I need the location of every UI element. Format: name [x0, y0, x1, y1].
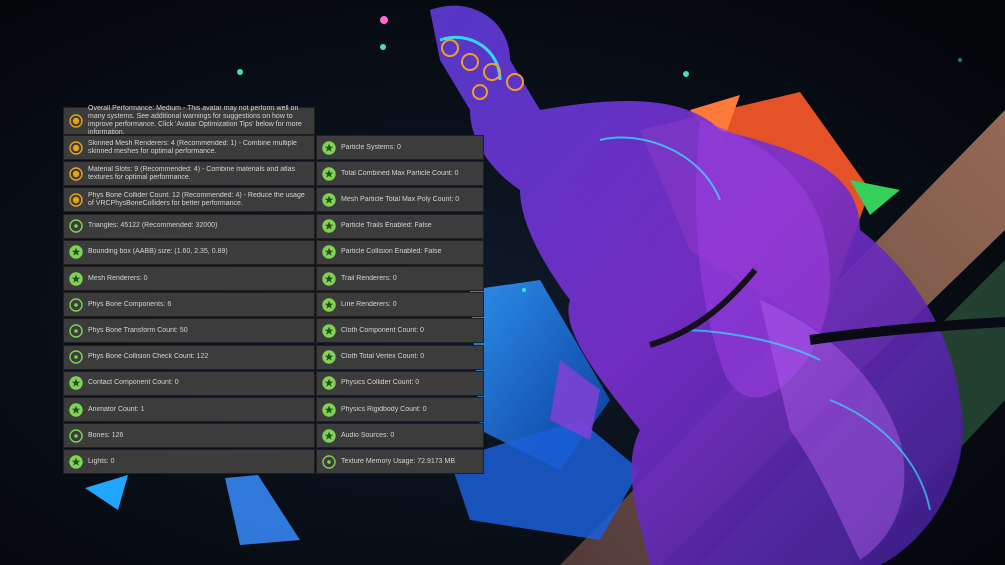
stat-text: Lights: 0 [88, 457, 115, 465]
stat-row: Triangles: 45122 (Recommended: 32000) [63, 213, 315, 239]
excellent-rating-icon [322, 166, 336, 181]
stat-row: Material Slots: 9 (Recommended: 4) - Com… [63, 161, 315, 187]
stat-row: Phys Bone Collision Check Count: 122 [63, 344, 315, 370]
stat-text: Trail Renderers: 0 [341, 274, 397, 282]
medium-rating-icon [69, 114, 83, 128]
good-rating-icon [69, 350, 83, 364]
stat-row: Physics Collider Count: 0 [316, 370, 484, 396]
stat-text: Line Renderers: 0 [341, 300, 397, 308]
stat-text: Triangles: 45122 (Recommended: 32000) [88, 222, 218, 230]
good-rating-icon [69, 324, 83, 338]
performance-stats-panel: Overall Performance: Medium - This avata… [63, 105, 484, 475]
stat-row: Cloth Total Vertex Count: 0 [316, 344, 484, 370]
excellent-rating-icon [69, 271, 83, 286]
stat-text: Overall Performance: Medium - This avata… [88, 105, 302, 136]
stat-row: Phys Bone Transform Count: 50 [63, 318, 315, 344]
stat-row: Audio Sources: 0 [316, 423, 484, 449]
stat-row: Contact Component Count: 0 [63, 370, 315, 396]
stat-row: Skinned Mesh Renderers: 4 (Recommended: … [63, 135, 315, 160]
stat-text: Physics Collider Count: 0 [341, 379, 420, 387]
stat-text: Cloth Component Count: 0 [341, 326, 424, 334]
stat-text: Animator Count: 1 [88, 405, 145, 413]
stat-text: Audio Sources: 0 [341, 431, 395, 439]
excellent-rating-icon [322, 245, 336, 259]
stat-row: Particle Trails Enabled: False [316, 213, 484, 239]
stat-row: Lights: 0 [63, 449, 315, 475]
stat-row: Texture Memory Usage: 72.9173 MB [316, 449, 484, 475]
stat-row: Trail Renderers: 0 [316, 266, 484, 291]
stat-text: Texture Memory Usage: 72.9173 MB [341, 457, 455, 465]
stat-row: Phys Bone Components: 6 [63, 292, 315, 318]
excellent-rating-icon [69, 245, 83, 259]
stat-text: Bones: 126 [88, 431, 124, 439]
stat-text: Material Slots: 9 (Recommended: 4) - Com… [88, 165, 295, 181]
stat-text: Total Combined Max Particle Count: 0 [341, 169, 459, 177]
medium-rating-icon [69, 193, 83, 207]
stat-text: Mesh Renderers: 0 [88, 274, 148, 282]
excellent-rating-icon [322, 140, 336, 155]
excellent-rating-icon [69, 376, 83, 390]
excellent-rating-icon [322, 297, 336, 312]
excellent-rating-icon [322, 219, 336, 233]
stat-text: Mesh Particle Total Max Poly Count: 0 [341, 195, 460, 203]
stat-text: Skinned Mesh Renderers: 4 (Recommended: … [88, 139, 297, 155]
stat-row: Particle Collision Enabled: False [316, 239, 484, 265]
stat-row: Bounding box (AABB) size: (1.60, 2.35, 0… [63, 239, 315, 265]
stat-text: Phys Bone Collision Check Count: 122 [88, 353, 209, 361]
excellent-rating-icon [322, 271, 336, 286]
excellent-rating-icon [69, 455, 83, 469]
excellent-rating-icon [322, 402, 336, 417]
excellent-rating-icon [322, 350, 336, 364]
medium-rating-icon [69, 166, 83, 181]
stat-row: Physics Rigidbody Count: 0 [316, 397, 484, 422]
stat-text: Physics Rigidbody Count: 0 [341, 405, 427, 413]
medium-rating-icon [69, 140, 83, 155]
stat-row: Phys Bone Collider Count: 12 (Recommende… [63, 187, 315, 213]
excellent-rating-icon [322, 324, 336, 338]
stat-row: Total Combined Max Particle Count: 0 [316, 161, 484, 187]
stat-text: Particle Trails Enabled: False [341, 222, 432, 230]
excellent-rating-icon [322, 428, 336, 443]
stat-text: Phys Bone Components: 6 [88, 300, 172, 308]
stat-text: Particle Systems: 0 [341, 143, 401, 151]
stat-text: Contact Component Count: 0 [88, 379, 179, 387]
stat-row: Mesh Renderers: 0 [63, 266, 315, 291]
excellent-rating-icon [322, 376, 336, 390]
excellent-rating-icon [69, 402, 83, 417]
stat-text: Bounding box (AABB) size: (1.60, 2.35, 0… [88, 248, 228, 256]
stat-row: Line Renderers: 0 [316, 292, 484, 318]
stat-text: Particle Collision Enabled: False [341, 248, 442, 256]
overall-performance-row: Overall Performance: Medium - This avata… [63, 105, 315, 136]
stat-row: Mesh Particle Total Max Poly Count: 0 [316, 187, 484, 213]
good-rating-icon [322, 455, 336, 469]
stat-text: Cloth Total Vertex Count: 0 [341, 353, 425, 361]
good-rating-icon [69, 219, 83, 233]
good-rating-icon [69, 297, 83, 312]
stat-row: Particle Systems: 0 [316, 135, 484, 160]
stat-row: Cloth Component Count: 0 [316, 318, 484, 344]
good-rating-icon [69, 428, 83, 443]
stat-row: Bones: 126 [63, 423, 315, 449]
stat-row: Animator Count: 1 [63, 397, 315, 422]
excellent-rating-icon [322, 193, 336, 207]
stat-text: Phys Bone Transform Count: 50 [88, 326, 188, 334]
stat-text: Phys Bone Collider Count: 12 (Recommende… [88, 191, 305, 207]
